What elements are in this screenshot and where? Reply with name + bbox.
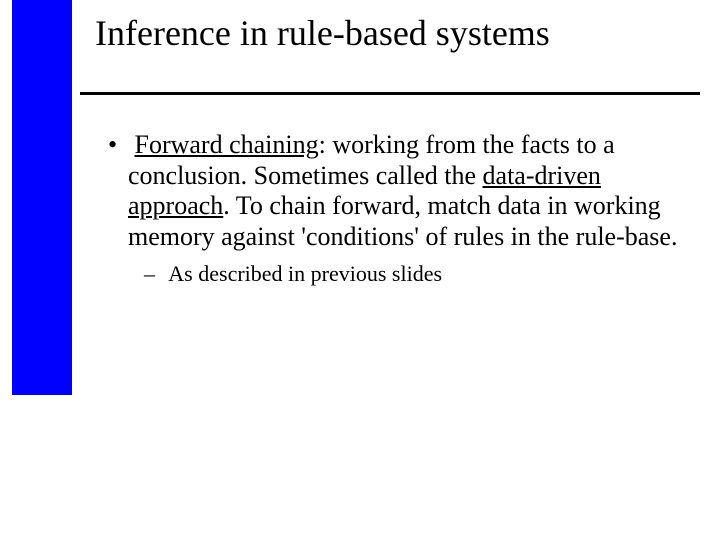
slide: Inference in rule-based systems Forward … (0, 0, 720, 540)
slide-title: Inference in rule-based systems (95, 14, 695, 54)
title-underline (80, 92, 700, 95)
bullet-forward-chaining: Forward chaining: working from the facts… (100, 130, 690, 253)
sub-bullet-previous-slides: As described in previous slides (100, 261, 690, 287)
slide-body: Forward chaining: working from the facts… (100, 130, 690, 287)
sub-bullet-text: As described in previous slides (168, 261, 442, 286)
accent-bar (12, 0, 72, 395)
term-forward-chaining: Forward chaining (135, 130, 319, 159)
